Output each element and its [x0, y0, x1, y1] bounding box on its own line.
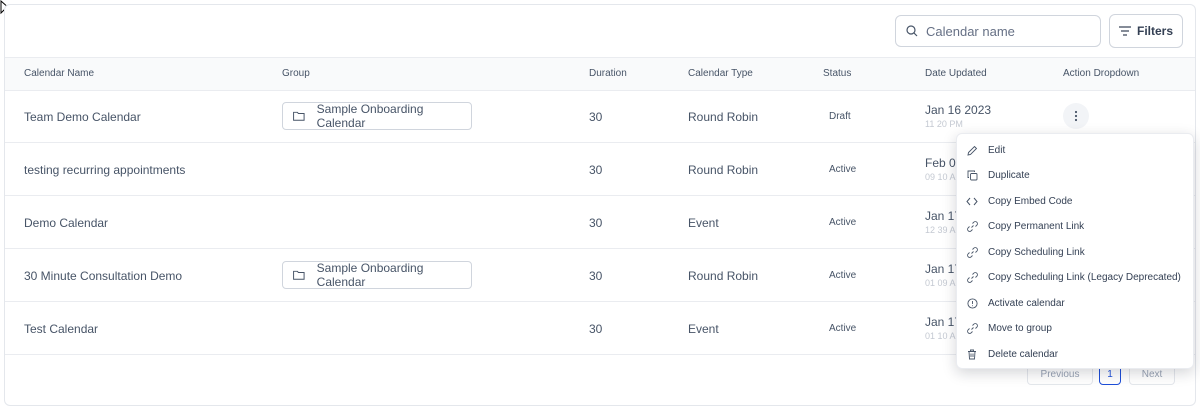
menu-item-move-to-group[interactable]: Move to group: [957, 316, 1193, 340]
menu-item-duplicate[interactable]: Duplicate: [957, 163, 1193, 187]
menu-item-copy-scheduling-link[interactable]: Copy Scheduling Link: [957, 240, 1193, 264]
duration: 30: [589, 110, 603, 124]
time-updated: 12 39 A: [925, 225, 956, 235]
time-updated: 09 10 A: [925, 172, 956, 182]
group-chip[interactable]: Sample Onboarding Calendar: [282, 261, 472, 289]
menu-item-activate-calendar[interactable]: Activate calendar: [957, 291, 1193, 315]
status-badge: Active: [829, 323, 857, 334]
link-icon: [966, 271, 978, 283]
status-badge: Draft: [829, 111, 851, 122]
alert-circle-icon: [966, 297, 978, 309]
link-icon: [966, 246, 978, 258]
menu-item-copy-permanent-link[interactable]: Copy Permanent Link: [957, 214, 1193, 238]
duration: 30: [589, 163, 603, 177]
calendar-type: Event: [688, 216, 719, 230]
code-icon: [966, 197, 978, 205]
filters-label: Filters: [1136, 24, 1173, 38]
column-header-action-dropdown: Action Dropdown: [1063, 68, 1140, 79]
column-header-date-updated[interactable]: Date Updated: [925, 68, 987, 79]
time-updated: 01 09 A: [925, 278, 956, 288]
table-toolbar: Filters: [5, 5, 1195, 57]
calendar-type: Round Robin: [688, 269, 759, 283]
link-icon: [966, 322, 978, 334]
calendar-name[interactable]: 30 Minute Consultation Demo: [24, 269, 182, 283]
time-updated: 11 20 PM: [925, 119, 963, 129]
calendar-name[interactable]: Demo Calendar: [24, 216, 108, 230]
copy-icon: [967, 170, 977, 180]
column-header-calendar-type[interactable]: Calendar Type: [688, 68, 753, 79]
column-header-duration[interactable]: Duration: [589, 68, 627, 79]
folder-icon: [293, 270, 305, 280]
group-label: Sample Onboarding Calendar: [316, 261, 424, 289]
menu-item-label: Copy Permanent Link: [988, 220, 1085, 232]
link-icon: [966, 220, 978, 232]
column-header-calendar-name[interactable]: Calendar Name: [24, 68, 94, 79]
status-badge: Active: [829, 164, 857, 175]
group-label: Sample Onboarding Calendar: [316, 102, 424, 130]
duration: 30: [589, 216, 603, 230]
date-updated: Jan 16 2023: [925, 103, 992, 117]
filters-button[interactable]: Filters: [1109, 14, 1183, 48]
calendar-name[interactable]: testing recurring appointments: [24, 163, 185, 177]
status-badge: Active: [829, 217, 857, 228]
menu-item-delete-calendar[interactable]: Delete calendar: [957, 342, 1193, 366]
more-vertical-icon: [1074, 110, 1078, 122]
search-input[interactable]: [924, 22, 1088, 40]
menu-item-label: Copy Scheduling Link: [988, 246, 1085, 258]
group-chip[interactable]: Sample Onboarding Calendar: [282, 102, 472, 130]
calendar-type: Event: [688, 322, 719, 336]
action-dropdown-button[interactable]: [1063, 103, 1089, 129]
menu-item-copy-embed-code[interactable]: Copy Embed Code: [957, 189, 1193, 213]
duration: 30: [589, 269, 603, 283]
folder-icon: [293, 111, 305, 121]
menu-item-label: Copy Embed Code: [988, 195, 1073, 207]
column-header-group[interactable]: Group: [282, 68, 310, 79]
calendar-name[interactable]: Test Calendar: [24, 322, 98, 336]
column-header-status[interactable]: Status: [823, 68, 851, 79]
menu-item-label: Copy Scheduling Link (Legacy Deprecated): [988, 271, 1181, 283]
time-updated: 01 10 A: [925, 331, 956, 341]
duration: 30: [589, 322, 603, 336]
search-icon: [906, 25, 918, 37]
menu-item-label: Activate calendar: [988, 297, 1065, 309]
search-input-wrapper[interactable]: [895, 15, 1101, 47]
table-header: Calendar Name Group Duration Calendar Ty…: [5, 57, 1195, 91]
menu-item-copy-scheduling-link-legacy[interactable]: Copy Scheduling Link (Legacy Deprecated): [957, 265, 1193, 289]
menu-item-label: Duplicate: [988, 169, 1030, 181]
calendar-name[interactable]: Team Demo Calendar: [24, 110, 141, 124]
calendar-type: Round Robin: [688, 163, 759, 177]
calendar-type: Round Robin: [688, 110, 759, 124]
trash-icon: [968, 349, 976, 359]
action-dropdown-menu: Edit Duplicate Copy Embed Code Copy Perm…: [956, 133, 1194, 369]
pencil-icon: [966, 145, 977, 156]
menu-item-label: Move to group: [988, 322, 1052, 334]
menu-item-label: Delete calendar: [988, 348, 1059, 360]
filter-lines-icon: [1118, 26, 1131, 36]
menu-item-label: Edit: [988, 144, 1006, 156]
status-badge: Active: [829, 270, 857, 281]
menu-item-edit[interactable]: Edit: [957, 138, 1193, 162]
